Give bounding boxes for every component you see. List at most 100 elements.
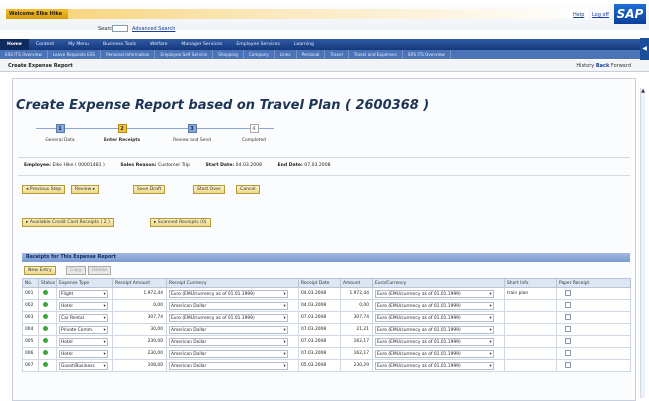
previous-step-button[interactable]: ◂ Previous Step xyxy=(22,185,66,194)
euro-currency-select[interactable]: Euro (EMU/currency as of 01.01.1999) xyxy=(375,349,494,358)
euro-currency-select[interactable]: Euro (EMU/currency as of 01.01.1999) xyxy=(375,313,494,322)
subnav-tab[interactable]: Links xyxy=(275,50,297,59)
receipt-date-cell[interactable]: 04.03.2008 xyxy=(298,299,341,312)
short-info-cell[interactable]: train plan xyxy=(504,287,557,300)
euro-currency-select[interactable]: Euro (EMU/currency as of 01.01.1999) xyxy=(375,289,494,298)
review-button[interactable]: Review ▸ xyxy=(71,185,100,194)
step-enter-receipts[interactable]: 2 Enter Receipts xyxy=(92,124,152,143)
step-review-and-send[interactable]: 3 Review and Send xyxy=(162,124,222,143)
column-header[interactable]: Receipt Currency xyxy=(166,278,299,288)
euro-currency-select[interactable]: Euro (EMU/currency as of 01.01.1999) xyxy=(375,301,494,310)
receipt-currency-select[interactable]: American Dollar xyxy=(169,337,288,346)
table-row[interactable]: 004 Private Comm. 30,00American Dollar 07.0… xyxy=(22,323,631,336)
receipt-currency-select[interactable]: American Dollar xyxy=(169,349,288,358)
paper-receipt-checkbox[interactable] xyxy=(565,313,571,320)
receipt-currency-select[interactable]: American Dollar xyxy=(169,361,288,370)
short-info-cell[interactable] xyxy=(504,299,557,312)
euro-currency-select[interactable]: Euro (EMU/currency as of 01.01.1999) xyxy=(375,361,494,370)
column-header[interactable]: Receipt Date xyxy=(298,278,341,288)
subnav-tab[interactable]: Leave Requests ESS xyxy=(48,50,102,59)
paper-receipt-checkbox[interactable] xyxy=(565,301,571,308)
receipt-date-cell[interactable]: 07.03.2008 xyxy=(298,323,341,336)
nav-tab-content[interactable]: Content xyxy=(29,39,61,50)
expense-type-select[interactable]: Hotel xyxy=(59,301,108,310)
receipt-amount-cell[interactable]: 0,00 xyxy=(112,299,167,312)
subnav-tab[interactable]: Company xyxy=(244,50,275,59)
expense-type-select[interactable]: Car Rental xyxy=(59,313,108,322)
table-row[interactable]: 007 Guest/Business 108,00American Dollar 05… xyxy=(22,359,631,372)
column-header[interactable]: Expense Type xyxy=(56,278,113,288)
receipt-amount-cell[interactable]: 1.972,44 xyxy=(112,287,167,300)
paper-receipt-checkbox[interactable] xyxy=(565,325,571,332)
help-link[interactable]: Help xyxy=(573,12,584,18)
advanced-search-link[interactable]: Advanced Search xyxy=(132,26,175,32)
table-row[interactable]: 006 Hotel 230,00American Dollar 07.03.20081… xyxy=(22,347,631,360)
nav-tab-learning[interactable]: Learning xyxy=(287,39,321,50)
receipt-date-cell[interactable]: 07.03.2008 xyxy=(298,311,341,324)
short-info-cell[interactable] xyxy=(504,347,557,360)
subnav-tab[interactable]: Personal Information xyxy=(101,50,156,59)
column-header[interactable]: Paper Receipt xyxy=(556,278,631,288)
expense-type-select[interactable]: Hotel xyxy=(59,349,108,358)
receipt-amount-cell[interactable]: 230,00 xyxy=(112,335,167,348)
receipt-amount-cell[interactable]: 230,00 xyxy=(112,347,167,360)
receipt-amount-cell[interactable]: 30,00 xyxy=(112,323,167,336)
subnav-tab[interactable]: Personal xyxy=(297,50,326,59)
start-over-button[interactable]: Start Over xyxy=(193,185,225,194)
column-header[interactable]: No. xyxy=(22,278,39,288)
search-input[interactable] xyxy=(112,25,128,32)
forward-link[interactable]: Forward xyxy=(611,63,631,69)
short-info-cell[interactable] xyxy=(504,335,557,348)
logoff-link[interactable]: Log off xyxy=(592,12,609,18)
nav-tab-employee-services[interactable]: Employee Services xyxy=(229,39,287,50)
column-header[interactable]: Amount xyxy=(340,278,373,288)
receipt-currency-select[interactable]: Euro (EMU/currency as of 01.01.1999) xyxy=(169,289,288,298)
expense-type-select[interactable]: Guest/Business xyxy=(59,361,108,370)
history-link[interactable]: History xyxy=(576,63,594,69)
table-row[interactable]: 003Car Rental307,74Euro (EMU/currency as… xyxy=(22,311,631,324)
nav-tab-welfare[interactable]: Welfare xyxy=(143,39,174,50)
save-draft-button[interactable]: Save Draft xyxy=(133,185,166,194)
short-info-cell[interactable] xyxy=(504,311,557,324)
short-info-cell[interactable] xyxy=(504,323,557,336)
euro-currency-select[interactable]: Euro (EMU/currency as of 01.01.1999) xyxy=(375,337,494,346)
vertical-scrollbar[interactable]: ▲ xyxy=(640,88,645,398)
nav-scroll-right-icon[interactable]: ◀ xyxy=(640,38,649,60)
paper-receipt-checkbox[interactable] xyxy=(565,289,571,296)
paper-receipt-checkbox[interactable] xyxy=(565,337,571,344)
nav-tab-manager-services[interactable]: Manager Services xyxy=(174,39,229,50)
receipt-amount-cell[interactable]: 307,74 xyxy=(112,311,167,324)
short-info-cell[interactable] xyxy=(504,359,557,372)
euro-currency-select[interactable]: Euro (EMU/currency as of 01.01.1999) xyxy=(375,325,494,334)
receipt-currency-select[interactable]: Euro (EMU/currency as of 01.01.1999) xyxy=(169,313,288,322)
subnav-tab[interactable]: ESS ITS Overview xyxy=(0,50,48,59)
table-row[interactable]: 002Hotel0,00American Dollar04.03.20080,0… xyxy=(22,299,631,312)
nav-tab-business-tools[interactable]: Business Tools xyxy=(96,39,143,50)
subnav-tab[interactable]: Employee Self Service xyxy=(155,50,214,59)
receipt-date-cell[interactable]: 07.03.2008 xyxy=(298,347,341,360)
paper-receipt-checkbox[interactable] xyxy=(565,349,571,356)
credit-card-receipts-button[interactable]: ▸ Available Credit Card Receipts ( 2 ) xyxy=(22,218,114,227)
paper-receipt-checkbox[interactable] xyxy=(565,361,571,368)
column-header[interactable]: Status xyxy=(38,278,57,288)
new-entry-button[interactable]: New Entry xyxy=(24,266,56,275)
receipt-date-cell[interactable]: 05.03.2008 xyxy=(298,359,341,372)
scanned-receipts-button[interactable]: ▸ Scanned Receipts (0) xyxy=(150,218,211,227)
subnav-tab[interactable]: SRS ITS Overview xyxy=(403,50,451,59)
nav-tab-home[interactable]: Home xyxy=(0,39,29,50)
receipt-currency-select[interactable]: American Dollar xyxy=(169,301,288,310)
expense-type-select[interactable]: Flight xyxy=(59,289,108,298)
column-header[interactable]: Euro/Currency xyxy=(372,278,505,288)
receipt-amount-cell[interactable]: 108,00 xyxy=(112,359,167,372)
subnav-tab[interactable]: Travel and Expenses xyxy=(349,50,403,59)
scroll-up-icon[interactable]: ▲ xyxy=(641,88,645,94)
receipt-date-cell[interactable]: 04.03.2008 xyxy=(298,287,341,300)
cancel-button[interactable]: Cancel xyxy=(236,185,260,194)
column-header[interactable]: Receipt Amount xyxy=(112,278,167,288)
nav-tab-my-menu[interactable]: My Menu xyxy=(61,39,96,50)
back-link[interactable]: Back xyxy=(596,63,609,69)
expense-type-select[interactable]: Private Comm. xyxy=(59,325,108,334)
expense-type-select[interactable]: Hotel xyxy=(59,337,108,346)
receipt-currency-select[interactable]: American Dollar xyxy=(169,325,288,334)
table-row[interactable]: 001Flight1.972,44Euro (EMU/currency as o… xyxy=(22,287,631,300)
